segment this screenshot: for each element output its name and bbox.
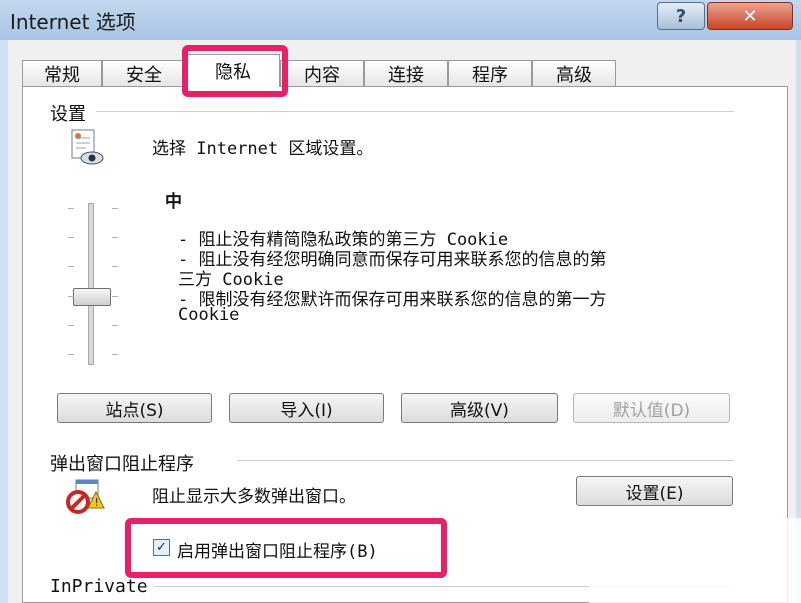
watermark-overlay bbox=[589, 518, 801, 603]
help-button[interactable]: ? bbox=[657, 2, 705, 30]
slider-tick bbox=[68, 325, 74, 326]
slider-tick bbox=[112, 208, 118, 209]
tab-connections[interactable]: 连接 bbox=[364, 60, 448, 86]
settings-description: 选择 Internet 区域设置。 bbox=[152, 139, 374, 159]
window-title: Internet 选项 bbox=[10, 10, 136, 34]
default-button[interactable]: 默认值(D) bbox=[573, 393, 730, 423]
slider-tick bbox=[112, 354, 118, 355]
privacy-bullet-3-cont: Cookie bbox=[178, 305, 240, 325]
tab-advanced[interactable]: 高级 bbox=[532, 60, 616, 86]
inprivate-group-label: InPrivate bbox=[50, 576, 154, 597]
enable-popup-blocker-label[interactable]: 启用弹出窗口阻止程序(B) bbox=[177, 537, 378, 562]
svg-text:!: ! bbox=[95, 496, 99, 509]
popup-settings-button[interactable]: 设置(E) bbox=[576, 476, 733, 506]
popup-description: 阻止显示大多数弹出窗口。 bbox=[152, 487, 356, 507]
settings-group-label: 设置 bbox=[50, 100, 92, 126]
slider-tick bbox=[112, 325, 118, 326]
title-bar: Internet 选项 ? ✕ bbox=[0, 0, 801, 40]
privacy-level-label: 中 bbox=[165, 192, 182, 212]
slider-tick bbox=[68, 237, 74, 238]
slider-tick bbox=[112, 266, 118, 267]
settings-group-divider bbox=[96, 111, 734, 112]
privacy-bullet-3: - 限制没有经您默许而保存可用来联系您的信息的第一方 bbox=[178, 290, 607, 310]
slider-tick bbox=[68, 266, 74, 267]
tab-security[interactable]: 安全 bbox=[102, 60, 186, 86]
slider-tick bbox=[68, 296, 74, 297]
close-button[interactable]: ✕ bbox=[707, 2, 793, 30]
tab-programs[interactable]: 程序 bbox=[448, 60, 532, 86]
tab-content[interactable]: 内容 bbox=[280, 60, 364, 86]
popup-blocker-icon: ! bbox=[66, 478, 106, 514]
slider-tick bbox=[112, 296, 118, 297]
popup-group-divider bbox=[238, 460, 734, 461]
enable-popup-blocker-checkbox[interactable]: ✓ bbox=[153, 539, 170, 556]
privacy-level-slider-thumb[interactable] bbox=[73, 288, 111, 306]
sites-button[interactable]: 站点(S) bbox=[57, 393, 212, 423]
advanced-button[interactable]: 高级(V) bbox=[401, 393, 558, 423]
popup-group-label: 弹出窗口阻止程序 bbox=[50, 450, 200, 476]
slider-tick bbox=[112, 237, 118, 238]
privacy-settings-icon bbox=[68, 128, 108, 168]
slider-tick bbox=[68, 208, 74, 209]
tab-general[interactable]: 常规 bbox=[22, 60, 102, 86]
tab-privacy[interactable]: 隐私 bbox=[186, 54, 280, 87]
import-button[interactable]: 导入(I) bbox=[229, 393, 384, 423]
privacy-level-slider-track[interactable] bbox=[88, 203, 94, 365]
slider-tick bbox=[68, 354, 74, 355]
